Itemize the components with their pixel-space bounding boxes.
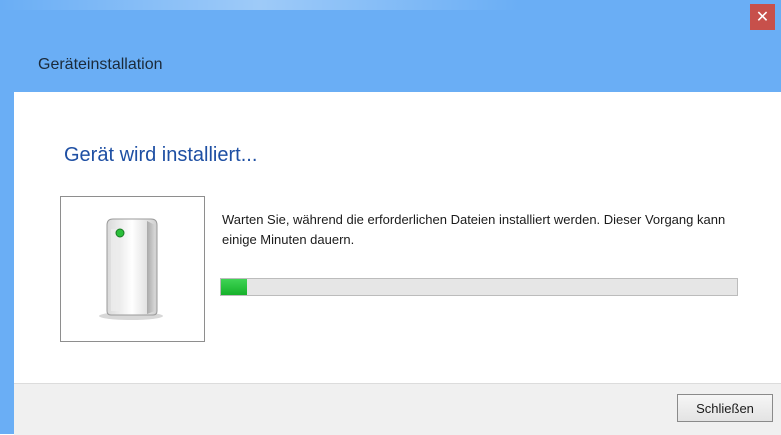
progress-fill: [221, 279, 247, 295]
device-image-frame: [60, 196, 205, 342]
content-area: Gerät wird installiert... Warten Sie, wä…: [14, 92, 781, 383]
close-button[interactable]: Schließen: [677, 394, 773, 422]
page-title: Gerät wird installiert...: [64, 144, 258, 166]
header-band: Geräteinstallation: [14, 34, 781, 92]
device-icon: [99, 218, 163, 320]
title-bar-glow: [0, 0, 520, 10]
footer-bar: Schließen: [14, 383, 781, 435]
status-message: Warten Sie, während die erforderlichen D…: [222, 212, 726, 247]
installer-window: ✕ Geräteinstallation Gerät wird installi…: [0, 0, 781, 435]
progress-bar: [220, 278, 738, 296]
window-title: Geräteinstallation: [38, 56, 163, 73]
title-bar: ✕: [0, 0, 781, 34]
close-icon[interactable]: ✕: [750, 4, 775, 30]
